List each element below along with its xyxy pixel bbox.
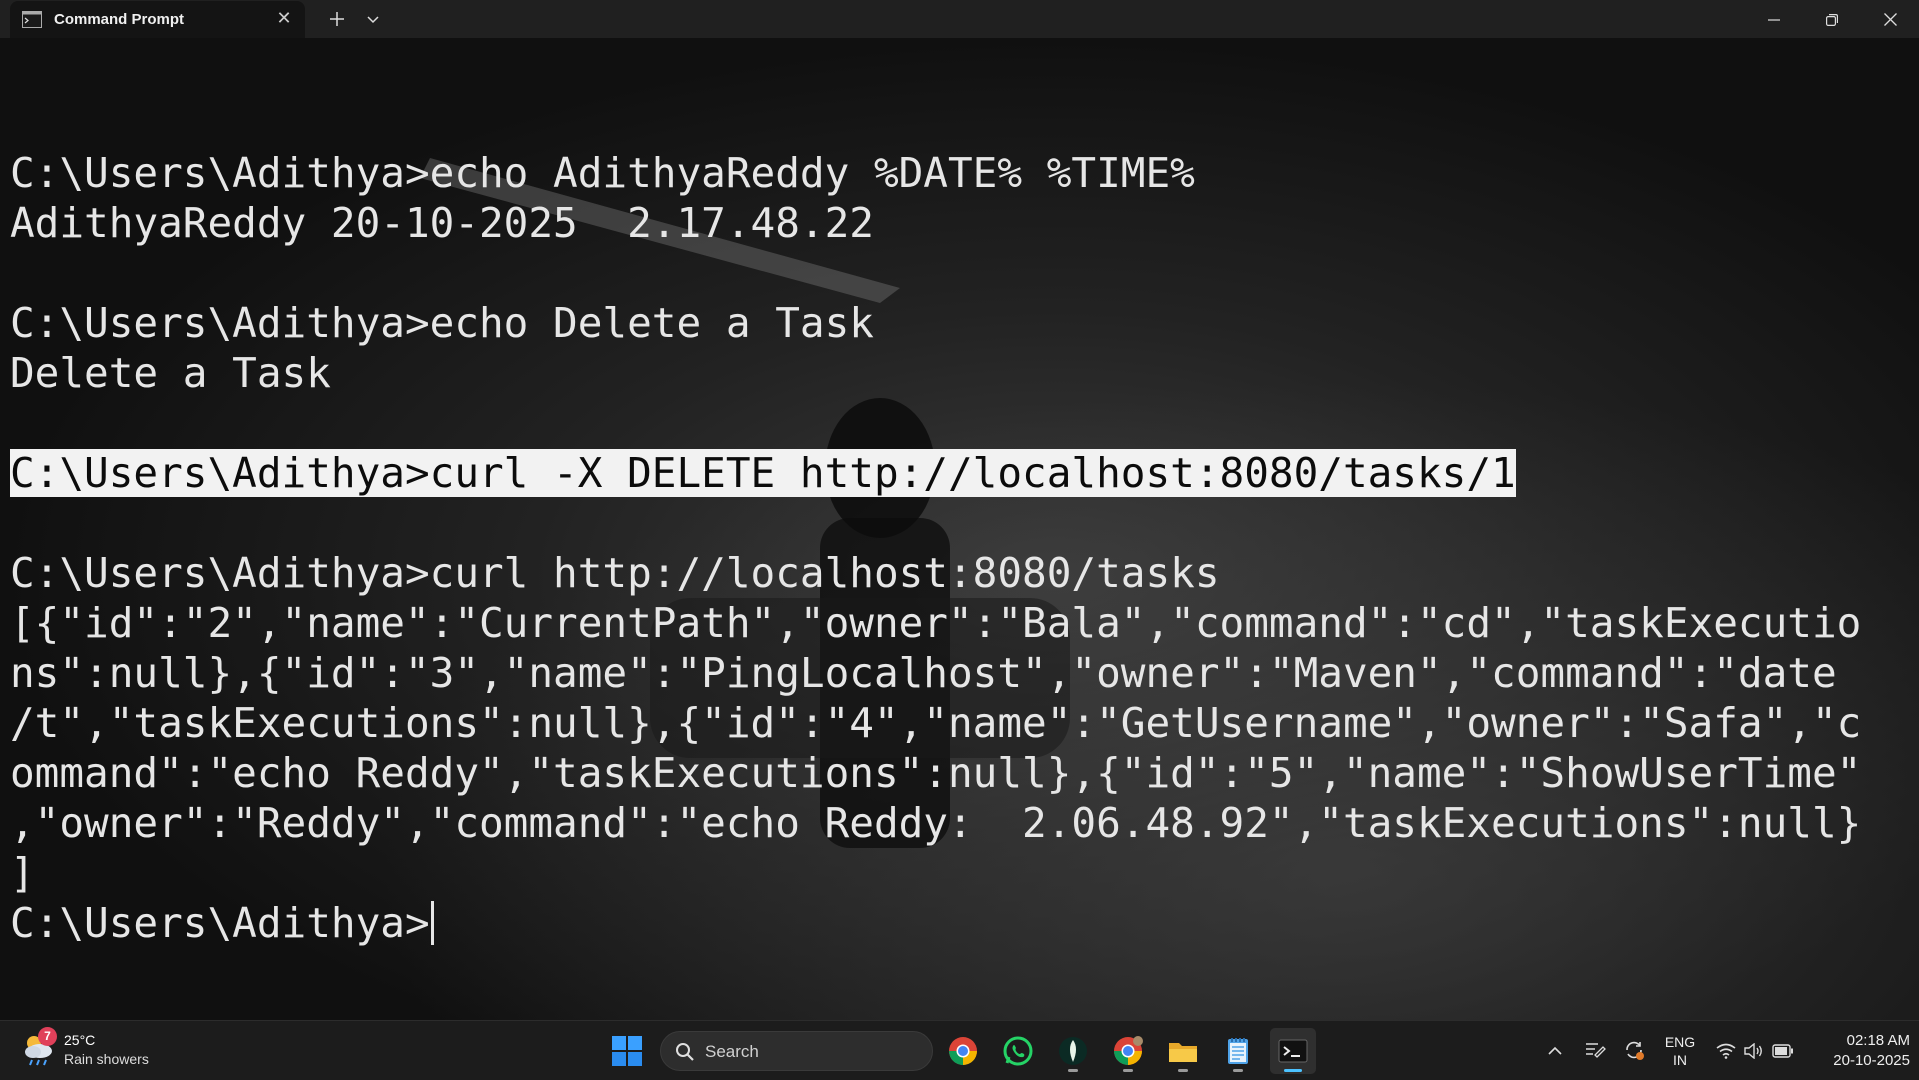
terminal-output[interactable]: C:\Users\Adithya>echo AdithyaReddy %DATE… — [10, 98, 1861, 948]
weather-temperature: 25°C — [64, 1032, 96, 1048]
chevron-up-icon — [1548, 1046, 1562, 1055]
terminal-line-text: ns":null},{"id":"3","name":"PingLocalhos… — [10, 649, 1837, 697]
taskbar-app-notepad[interactable] — [1215, 1028, 1261, 1074]
terminal-line-text: AdithyaReddy 20-10-2025 2.17.48.22 — [10, 199, 874, 247]
taskbar-app-chrome[interactable] — [940, 1028, 986, 1074]
terminal-line: /t","taskExecutions":null},{"id":"4","na… — [10, 698, 1861, 748]
minimize-icon — [1768, 18, 1780, 21]
terminal-line-text: C:\Users\Adithya>curl http://localhost:8… — [10, 549, 1220, 597]
terminal-line-text: C:\Users\Adithya>echo AdithyaReddy %DATE… — [10, 149, 1195, 197]
terminal-line: ns":null},{"id":"3","name":"PingLocalhos… — [10, 648, 1861, 698]
system-clock[interactable]: 02:18 AM 20-10-2025 — [1810, 1031, 1910, 1071]
restore-button[interactable] — [1803, 0, 1861, 38]
quick-settings[interactable] — [1712, 1021, 1802, 1080]
restore-icon — [1826, 13, 1838, 26]
running-indicator — [1123, 1069, 1133, 1072]
volume-icon — [1744, 1043, 1762, 1059]
taskbar-search[interactable]: Search — [660, 1031, 933, 1071]
chevron-down-icon — [367, 15, 379, 23]
terminal-line-text: C:\Users\Adithya> — [10, 899, 430, 947]
terminal-line: ] — [10, 848, 1861, 898]
terminal-line-text: ommand":"echo Reddy","taskExecutions":nu… — [10, 749, 1862, 797]
clock-date: 20-10-2025 — [1833, 1052, 1910, 1069]
terminal-line: C:\Users\Adithya>echo Delete a Task — [10, 298, 1861, 348]
tray-sync[interactable] — [1618, 1021, 1650, 1080]
taskbar-app-whatsapp[interactable] — [995, 1028, 1041, 1074]
terminal-line-text: Delete a Task — [10, 349, 331, 397]
close-icon — [1883, 13, 1897, 26]
taskbar-app-chrome-profile[interactable] — [1105, 1028, 1151, 1074]
terminal-line: C:\Users\Adithya>echo AdithyaReddy %DATE… — [10, 148, 1861, 198]
notepad-icon — [1228, 1038, 1248, 1064]
weather-condition: Rain showers — [64, 1051, 149, 1067]
mongodb-compass-icon — [1059, 1037, 1087, 1065]
tab-close-icon[interactable]: ✕ — [273, 7, 295, 31]
terminal-line: C:\Users\Adithya>curl -X DELETE http://l… — [10, 448, 1861, 498]
terminal-line-text: C:\Users\Adithya>curl -X DELETE http://l… — [10, 449, 1516, 497]
terminal-line: C:\Users\Adithya> — [10, 898, 1861, 948]
terminal-line: AdithyaReddy 20-10-2025 2.17.48.22 — [10, 198, 1861, 248]
tab-dropdown-button[interactable] — [356, 0, 390, 38]
language-code: ENG — [1664, 1034, 1696, 1050]
weather-alert-badge: 7 — [38, 1027, 57, 1046]
search-placeholder: Search — [705, 1042, 759, 1061]
terminal-icon — [1278, 1039, 1308, 1063]
text-cursor — [430, 901, 434, 945]
taskbar: 7 25°C Rain showers Search ENG IN 02:18 … — [0, 1020, 1919, 1080]
start-button[interactable] — [604, 1028, 650, 1074]
taskbar-app-file-explorer[interactable] — [1160, 1028, 1206, 1074]
chrome-icon — [949, 1037, 977, 1065]
search-icon — [676, 1043, 694, 1061]
terminal-line-text: ] — [10, 849, 35, 897]
terminal-line-text: /t","taskExecutions":null},{"id":"4","na… — [10, 699, 1862, 747]
minimize-button[interactable] — [1745, 0, 1803, 38]
start-icon — [612, 1036, 642, 1066]
terminal-line: Delete a Task — [10, 348, 1861, 398]
terminal-line-text: C:\Users\Adithya>echo Delete a Task — [10, 299, 874, 347]
sync-icon — [1626, 1041, 1644, 1060]
plus-icon — [330, 12, 344, 26]
taskbar-app-mongodb-compass[interactable] — [1050, 1028, 1096, 1074]
file-explorer-icon — [1169, 1043, 1197, 1062]
close-button[interactable] — [1861, 0, 1919, 38]
clock-time: 02:18 AM — [1846, 1032, 1910, 1049]
terminal-area[interactable]: C:\Users\Adithya>echo AdithyaReddy %DATE… — [0, 38, 1919, 1020]
show-hidden-icons-button[interactable] — [1540, 1021, 1570, 1080]
terminal-line: ,"owner":"Reddy","command":"echo Reddy: … — [10, 798, 1861, 848]
terminal-line-text: ,"owner":"Reddy","command":"echo Reddy: … — [10, 799, 1862, 847]
new-tab-button[interactable] — [318, 0, 356, 38]
wifi-icon — [1716, 1043, 1736, 1059]
weather-widget[interactable]: 7 25°C Rain showers — [20, 1027, 180, 1073]
running-indicator — [1068, 1069, 1078, 1072]
pen-menu-icon — [1586, 1043, 1606, 1058]
language-indicator[interactable]: ENG IN — [1660, 1033, 1700, 1069]
terminal-line: [{"id":"2","name":"CurrentPath","owner":… — [10, 598, 1861, 648]
whatsapp-icon — [1003, 1036, 1033, 1066]
chrome-profile-icon — [1114, 1036, 1143, 1065]
tray-pen-menu[interactable] — [1580, 1021, 1612, 1080]
running-indicator — [1178, 1069, 1188, 1072]
title-bar: Command Prompt ✕ — [0, 0, 1919, 38]
running-indicator — [1233, 1069, 1243, 1072]
taskbar-app-terminal[interactable] — [1270, 1028, 1316, 1074]
language-region: IN — [1673, 1052, 1687, 1068]
tab-title: Command Prompt — [54, 11, 185, 28]
tab-command-prompt[interactable]: Command Prompt ✕ — [10, 1, 305, 38]
battery-icon — [1772, 1044, 1793, 1058]
terminal-line-text: [{"id":"2","name":"CurrentPath","owner":… — [10, 599, 1862, 647]
active-indicator — [1284, 1069, 1302, 1072]
cmd-icon — [22, 11, 42, 28]
terminal-line: ommand":"echo Reddy","taskExecutions":nu… — [10, 748, 1861, 798]
terminal-line: C:\Users\Adithya>curl http://localhost:8… — [10, 548, 1861, 598]
